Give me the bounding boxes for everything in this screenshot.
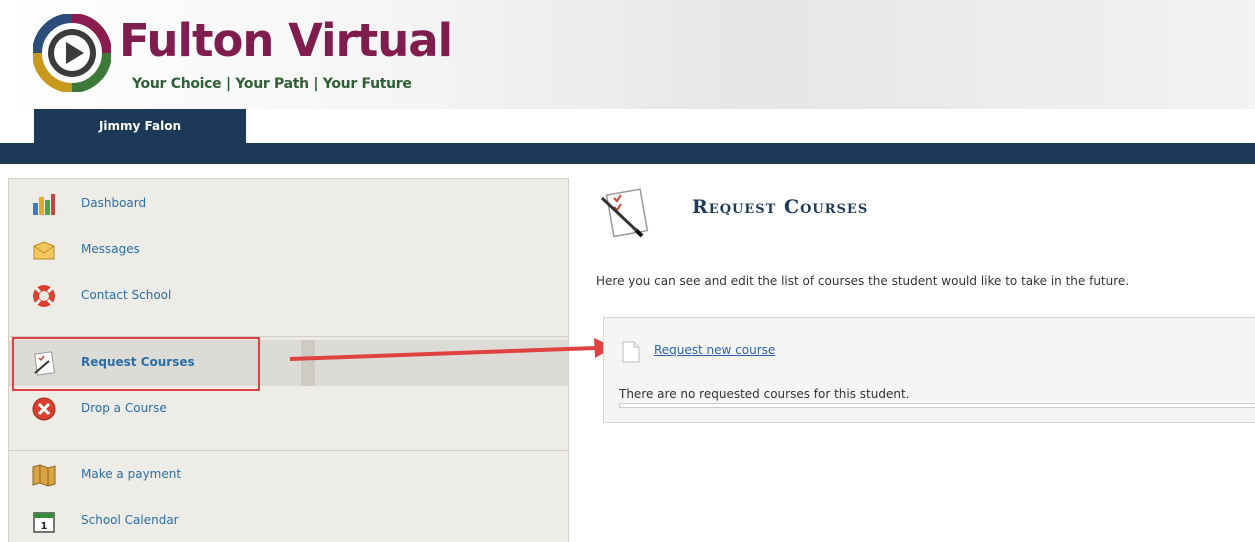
document-icon	[622, 341, 640, 363]
sidebar-item-label: Make a payment	[81, 467, 182, 481]
svg-text:1: 1	[41, 521, 48, 532]
sidebar-item-drop-a-course[interactable]: Drop a Course	[9, 392, 568, 426]
sidebar-item-school-calendar[interactable]: 1 School Calendar	[9, 504, 568, 538]
lifebuoy-icon	[33, 285, 55, 307]
sidebar-item-messages[interactable]: Messages	[9, 233, 568, 267]
top-nav-bar	[0, 143, 1255, 164]
user-tab[interactable]: Jimmy Falon	[34, 109, 246, 143]
logo-icon	[33, 14, 111, 92]
bar-chart-icon	[33, 194, 55, 215]
sidebar-item-contact-school[interactable]: Contact School	[9, 279, 568, 313]
map-icon	[32, 464, 56, 487]
sidebar-divider	[9, 450, 568, 451]
sidebar-item-label: Dashboard	[81, 196, 147, 210]
header: Fulton Virtual Your Choice | Your Path |…	[0, 0, 1255, 109]
envelope-icon	[33, 241, 55, 260]
sidebar-item-label: School Calendar	[81, 513, 179, 527]
empty-list-box	[619, 403, 1255, 408]
request-new-course-link[interactable]: Request new course	[654, 343, 775, 357]
annotation-highlight-box	[12, 337, 260, 391]
sidebar-item-label: Messages	[81, 242, 140, 256]
x-circle-icon	[32, 397, 56, 421]
brand-tagline: Your Choice | Your Path | Your Future	[132, 76, 412, 92]
brand-name: Fulton Virtual	[119, 14, 453, 67]
sidebar-item-make-a-payment[interactable]: Make a payment	[9, 458, 568, 492]
sidebar-item-label: Contact School	[81, 288, 172, 302]
checklist-icon	[600, 188, 649, 238]
sidebar-item-label: Drop a Course	[81, 401, 167, 415]
sidebar-item-dashboard[interactable]: Dashboard	[9, 187, 568, 221]
page-title: Request Courses	[692, 196, 869, 218]
page-description: Here you can see and edit the list of co…	[596, 274, 1130, 288]
empty-state-message: There are no requested courses for this …	[619, 387, 910, 401]
calendar-icon: 1	[33, 512, 55, 533]
